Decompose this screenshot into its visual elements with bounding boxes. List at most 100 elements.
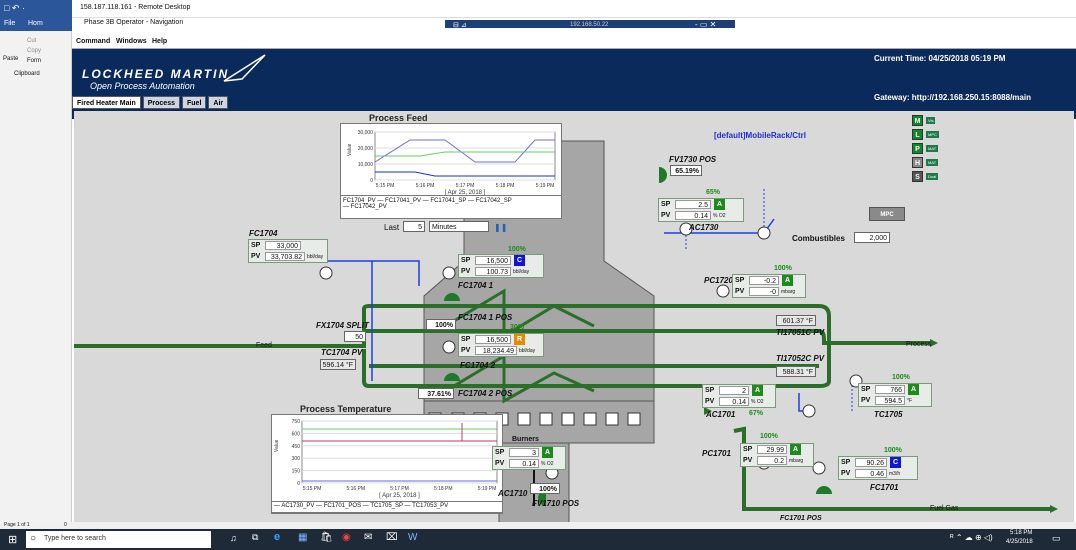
- tab-process[interactable]: Process: [142, 96, 180, 109]
- units-select[interactable]: Minutes: [429, 221, 489, 232]
- home-tab[interactable]: Hom: [28, 20, 43, 27]
- ac1730-mode-button[interactable]: A: [714, 199, 725, 210]
- file-tab[interactable]: File: [4, 20, 15, 27]
- ac1730-sp[interactable]: 2.5: [675, 200, 711, 209]
- explorer-icon[interactable]: ▦: [298, 532, 307, 543]
- tc1705-sp[interactable]: 766: [875, 385, 905, 394]
- mode-label-p[interactable]: MAT: [926, 145, 939, 152]
- mode-key-l[interactable]: L: [912, 129, 923, 140]
- mode-key-p[interactable]: P: [912, 143, 923, 154]
- ac1701-pct: 67%: [749, 410, 764, 417]
- fc1701-pos-tag: FC1701 POS: [780, 515, 822, 522]
- tab-fuel[interactable]: Fuel: [182, 96, 207, 109]
- fc17042-unit: bbl/day: [519, 347, 536, 354]
- legend-item: TC17053_PV: [412, 503, 449, 509]
- process-temp-chart[interactable]: 750 600 450 300 150 0 5:15 PM 5:16 PM 5:17 PM 5:1…: [271, 414, 503, 514]
- ti17051-tag: TI17051C PV: [776, 328, 825, 337]
- pc1701-sp[interactable]: 29.99: [757, 445, 787, 454]
- mpc-button[interactable]: MPC: [869, 207, 905, 221]
- copy-button[interactable]: Copy: [27, 48, 41, 54]
- fc17041-pos-tag: FC1704 1 POS: [458, 313, 513, 322]
- ac1701-tag: AC1701: [706, 410, 736, 419]
- ac1710-mode-button[interactable]: A: [542, 447, 553, 458]
- cut-button[interactable]: Cut: [27, 38, 36, 44]
- chrome-icon[interactable]: ◉: [342, 532, 351, 543]
- fc17042-sp[interactable]: 16,500: [475, 335, 511, 344]
- fc1704-tag: FC1704: [249, 229, 278, 238]
- mode-key-s[interactable]: S: [912, 171, 923, 182]
- tab-air[interactable]: Air: [208, 96, 229, 109]
- fc17042-mode-button[interactable]: R: [514, 334, 525, 345]
- notification-icon[interactable]: ▭: [1052, 533, 1061, 544]
- fc1701-panel[interactable]: SP 90.26 C PV 0.46 m3/h: [838, 456, 918, 480]
- word-save-icon[interactable]: □ ↶ ·: [4, 3, 25, 14]
- pc1701-tag: PC1701: [702, 449, 731, 458]
- rdp-icon[interactable]: ⌧: [386, 532, 398, 543]
- process-feed-title: Process Feed: [369, 113, 428, 123]
- pc1720-sp[interactable]: -0.2: [749, 276, 779, 285]
- tc1705-panel[interactable]: SP 766 A PV 594.5 °F: [858, 383, 932, 407]
- fc1704-panel[interactable]: SP 33,000 PV 33,703.82 bbl/day: [248, 239, 328, 263]
- fc1704-sp[interactable]: 33,000: [265, 241, 301, 250]
- fc17041-mode-button[interactable]: C: [514, 255, 525, 266]
- legend-item: TC1705_SP: [370, 503, 403, 509]
- mode-label-s[interactable]: Dual: [926, 173, 939, 180]
- menu-windows[interactable]: Windows: [116, 38, 147, 45]
- ti17052-tag: TI17052C PV: [776, 354, 825, 363]
- mode-label-l[interactable]: MPC: [926, 131, 939, 138]
- fc17041-panel[interactable]: SP 16,500 C PV 100.73 bbl/day: [458, 254, 544, 278]
- ac1701-mode-button[interactable]: A: [752, 385, 763, 396]
- fx1704-input[interactable]: 50: [344, 331, 366, 342]
- fc1701-sp[interactable]: 90.26: [855, 458, 887, 467]
- word-icon[interactable]: W: [408, 532, 417, 543]
- fc17041-sp[interactable]: 16,500: [475, 256, 511, 265]
- format-painter-button[interactable]: Form: [27, 58, 41, 64]
- tab-fired-heater-main[interactable]: Fired Heater Main: [72, 96, 141, 109]
- ac1710-sp[interactable]: 3: [509, 448, 539, 457]
- fc1701-mode-button[interactable]: C: [890, 457, 901, 468]
- fc17042-panel[interactable]: SP 16,500 R PV 18,234.49 bbl/day: [458, 333, 544, 357]
- menu-help[interactable]: Help: [152, 38, 167, 45]
- mode-key-m[interactable]: M: [912, 115, 923, 126]
- tc1705-unit: °F: [907, 397, 913, 404]
- x-tick-label: 5:17 PM: [390, 486, 409, 492]
- y-axis-label: Value: [274, 439, 280, 452]
- ctrl-link[interactable]: [default]MobileRack/Ctrl: [714, 131, 806, 140]
- mail-icon[interactable]: ✉: [364, 532, 372, 543]
- clipboard-group-label: Clipboard: [14, 71, 40, 77]
- ac1730-panel[interactable]: SP 2.5 A PV 0.14% O2: [658, 198, 744, 222]
- edge-icon[interactable]: e: [274, 531, 280, 543]
- x-tick-label: 5:16 PM: [346, 486, 365, 492]
- last-spinner[interactable]: 5: [403, 221, 425, 232]
- pause-icon[interactable]: ❚❚: [494, 223, 507, 232]
- mode-label-h[interactable]: MAT: [926, 159, 939, 166]
- mode-label-m[interactable]: Vis: [926, 117, 936, 124]
- fc17042-pct: 30%: [510, 324, 525, 331]
- store-icon[interactable]: 🛍: [320, 532, 333, 543]
- paste-button[interactable]: Paste: [3, 56, 18, 62]
- mic-icon[interactable]: ♫: [230, 533, 237, 543]
- fc17041-pos: 100%: [426, 319, 456, 330]
- mode-key-h[interactable]: H: [912, 157, 923, 168]
- x-tick-label: 5:18 PM: [496, 183, 515, 189]
- tc1705-mode-button[interactable]: A: [908, 384, 919, 395]
- y-tick-label: 20,000: [358, 146, 374, 152]
- tray-icons[interactable]: ᴿ ⌃ ☁ ⊕ ◁): [950, 533, 993, 542]
- y-tick-label: 600: [292, 431, 301, 437]
- ac1710-panel[interactable]: SP 3 A PV 0.14% O2: [492, 446, 566, 470]
- pc1701-mode-button[interactable]: A: [790, 444, 801, 455]
- fc1704-pv: 33,703.82: [265, 252, 305, 261]
- ac1701-panel[interactable]: SP 2 A PV 0.14% O2: [702, 384, 776, 408]
- fc1701-unit: m3/h: [889, 470, 901, 477]
- pc1720-mode-button[interactable]: A: [782, 275, 793, 286]
- fc17042-pos-tag: FC1704 2 POS: [458, 389, 513, 398]
- menu-command[interactable]: Command: [76, 38, 110, 45]
- pc1720-panel[interactable]: SP -0.2 A PV -0 mbarg: [732, 274, 806, 298]
- ac1701-sp[interactable]: 2: [719, 386, 749, 395]
- taskbar-search[interactable]: ○ Type here to search: [26, 531, 211, 548]
- task-view-icon[interactable]: ⧉: [252, 532, 258, 543]
- pc1701-panel[interactable]: SP 29.99 A PV 0.2 mbarg: [740, 443, 814, 467]
- windows-start-icon[interactable]: ⊞: [8, 533, 17, 546]
- fc17041-tag: FC1704 1: [458, 281, 494, 290]
- fv1730-tag: FV1730 POS: [669, 155, 717, 164]
